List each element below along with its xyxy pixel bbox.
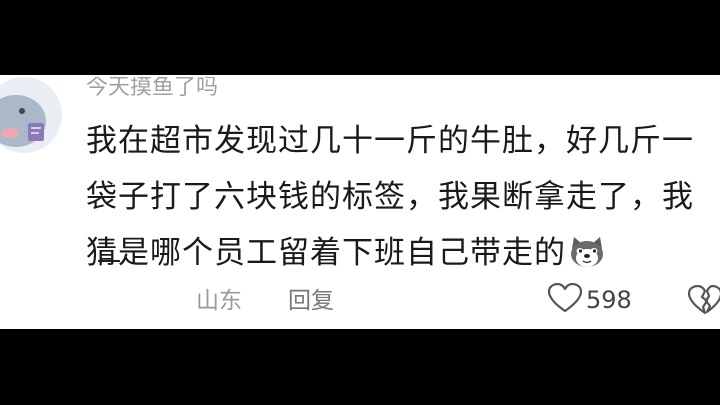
comment-line: 我在超市发现过几十一斤的牛肚，好几斤一 xyxy=(86,123,694,159)
location-label: 山东 xyxy=(196,288,242,314)
comment-line: 袋子打了六块钱的标签，我果断拿走了，我 xyxy=(86,179,694,215)
comment-line-text: 猜是哪个员工留着下班自己带走的 xyxy=(86,235,566,271)
like-button[interactable]: 598 xyxy=(547,282,632,317)
comment-text: 我在超市发现过几十一斤的牛肚，好几斤一 袋子打了六块钱的标签，我果断拿走了，我 … xyxy=(86,113,720,281)
like-count: 598 xyxy=(586,286,632,314)
comment-line-last: 猜是哪个员工留着下班自己带走的 xyxy=(86,225,720,281)
broken-heart-icon xyxy=(687,284,720,319)
reply-button[interactable]: 回复 xyxy=(288,281,334,315)
comment-username[interactable]: 今天摸鱼了吗 xyxy=(86,77,218,101)
divider-mark xyxy=(98,260,120,262)
avatar[interactable] xyxy=(0,77,62,153)
comment-card: 今天摸鱼了吗 我在超市发现过几十一斤的牛肚，好几斤一 袋子打了六块钱的标签，我果… xyxy=(0,75,720,329)
heart-outline-icon xyxy=(547,282,583,317)
comment-footer: 山东 回复 598 xyxy=(0,279,720,319)
dislike-button[interactable] xyxy=(687,284,720,319)
